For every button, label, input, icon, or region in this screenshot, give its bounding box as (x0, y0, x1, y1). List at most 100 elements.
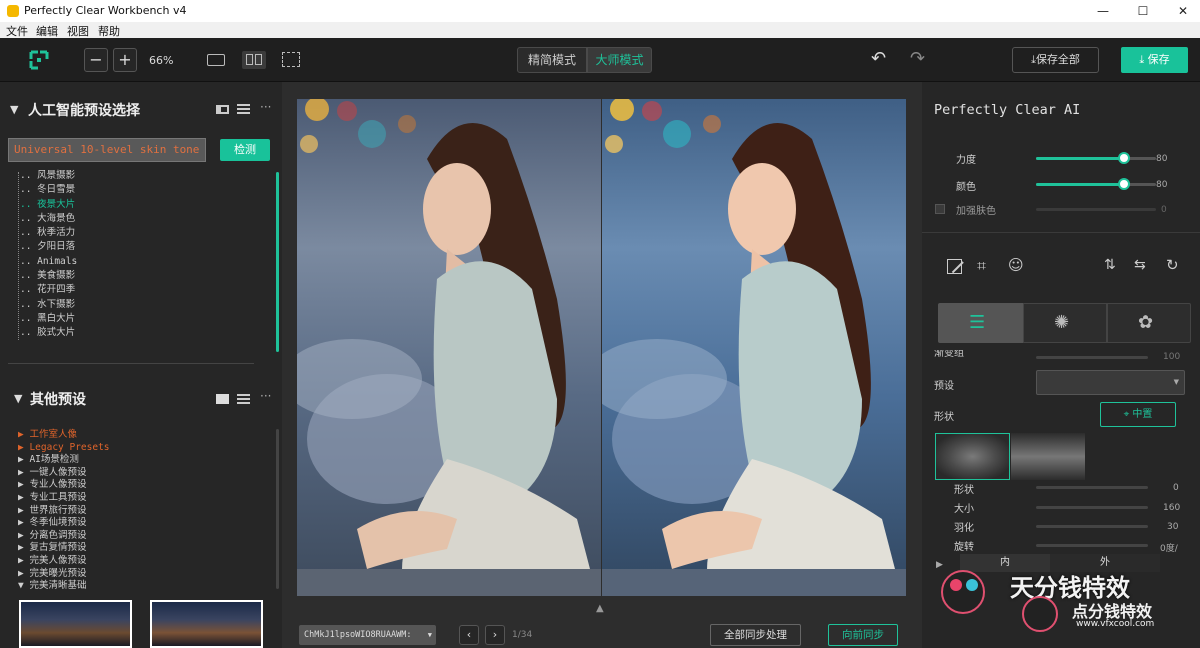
zoom-in-button[interactable]: + (113, 48, 137, 72)
crop-icon[interactable]: ⌗ (977, 256, 986, 276)
shape-radial-option[interactable] (935, 433, 1010, 480)
tab-adjustments[interactable]: ☰ (938, 303, 1023, 343)
flip-horizontal-icon[interactable]: ⇆ (1134, 257, 1146, 273)
ai-panel-title: Perfectly Clear AI (934, 102, 1081, 118)
preset-folder[interactable]: ▶ 专业人像预设 (18, 479, 110, 492)
color-slider-knob[interactable] (1118, 178, 1130, 190)
shape-section-label: 形状 (934, 412, 954, 423)
auto-adjust-icon[interactable] (947, 259, 964, 274)
partial-row-label: 渐变组 (934, 350, 964, 359)
save-button[interactable]: ⤓ 保存 (1121, 47, 1188, 73)
menu-view[interactable]: 视图 (67, 23, 89, 39)
filename-select[interactable]: ChMkJ1lpsoWIO8RUAAWM: ▼ (299, 625, 436, 645)
tab-effects[interactable]: ✺ (1023, 303, 1107, 343)
scrollbar[interactable] (276, 429, 279, 589)
shape-linear-option[interactable] (1011, 433, 1085, 480)
expand-up-icon[interactable]: ▲ (596, 603, 604, 614)
shape-label: 形状 (954, 485, 974, 496)
tab-retouch[interactable]: ✿ (1107, 303, 1191, 343)
split-view-icon[interactable] (242, 51, 266, 69)
preset-select[interactable]: ▼ (1036, 370, 1185, 395)
preset-folder[interactable]: ▶ AI场景检测 (18, 454, 110, 467)
preset-item[interactable]: .. Animals (20, 255, 77, 269)
size-slider[interactable] (1036, 506, 1148, 509)
feather-slider[interactable] (1036, 525, 1148, 528)
window-title: Perfectly Clear Workbench v4 (24, 4, 187, 17)
ai-presets-header: 人工智能预设选择 (28, 103, 140, 119)
shape-slider[interactable] (1036, 486, 1148, 489)
preset-item[interactable]: .. 胶式大片 (20, 326, 77, 340)
preset-folder[interactable]: ▶ Legacy Presets (18, 442, 110, 455)
app-logo-icon (29, 50, 49, 70)
next-image-button[interactable]: › (485, 625, 505, 645)
grid-view-icon[interactable] (216, 394, 229, 404)
preset-folder[interactable]: ▼ 完美清晰基础 (18, 580, 110, 593)
list-view-icon[interactable] (237, 394, 250, 404)
preset-item[interactable]: .. 冬日雪景 (20, 183, 77, 197)
rotate-slider[interactable] (1036, 544, 1148, 547)
face-icon[interactable]: ☺ (1008, 256, 1024, 274)
save-all-button[interactable]: ⤓保存全部 (1012, 47, 1099, 73)
center-button[interactable]: ⌖ 中置 (1100, 402, 1176, 427)
skin-value: 0 (1161, 205, 1167, 215)
zoom-out-button[interactable]: − (84, 48, 108, 72)
menu-file[interactable]: 文件 (6, 23, 28, 39)
collapse-arrow-icon[interactable]: ▼ (14, 392, 22, 405)
detect-button[interactable]: 检测 (220, 139, 270, 161)
mode-simple-button[interactable]: 精简模式 (517, 47, 587, 73)
preset-folder[interactable]: ▶ 完美人像预设 (18, 555, 110, 568)
scrollbar[interactable] (276, 172, 279, 352)
strength-slider-knob[interactable] (1118, 152, 1130, 164)
sync-all-button[interactable]: 全部同步处理 (710, 624, 801, 646)
rotate-icon[interactable]: ↻ (1166, 256, 1179, 274)
partial-row-slider[interactable] (1036, 356, 1148, 359)
menu-help[interactable]: 帮助 (98, 23, 120, 39)
maximize-button[interactable]: ☐ (1128, 2, 1158, 20)
more-icon[interactable]: ··· (260, 389, 271, 403)
compare-view-icon[interactable] (282, 52, 300, 67)
preset-folder[interactable]: ▶ 世界旅行预设 (18, 505, 110, 518)
chevron-down-icon: ▼ (1173, 378, 1179, 386)
corrected-photo[interactable] (602, 99, 906, 596)
save-all-label: 保存全部 (1035, 53, 1080, 66)
preset-folder[interactable]: ▶ 一键人像预设 (18, 467, 110, 480)
preset-folder[interactable]: ▶ 分离色调预设 (18, 530, 110, 543)
preset-folder[interactable]: ▶ 工作室人像 (18, 429, 110, 442)
undo-icon[interactable]: ↶ (871, 48, 886, 69)
redo-icon[interactable]: ↷ (910, 48, 925, 69)
preset-item[interactable]: .. 风景摄影 (20, 169, 77, 183)
skin-checkbox[interactable] (935, 204, 945, 214)
mode-master-button[interactable]: 大师模式 (587, 47, 652, 73)
preset-item[interactable]: .. 水下摄影 (20, 298, 77, 312)
preset-folder[interactable]: ▶ 完美曝光预设 (18, 568, 110, 581)
grid-view-icon[interactable] (216, 105, 229, 114)
preset-item[interactable]: .. 大海景色 (20, 212, 77, 226)
preset-thumbnail[interactable] (19, 600, 132, 648)
preset-item[interactable]: .. 夕阳日落 (20, 240, 77, 254)
preset-item[interactable]: .. 秋季活力 (20, 226, 77, 240)
collapse-arrow-icon[interactable]: ▼ (10, 103, 18, 116)
close-button[interactable]: ✕ (1168, 2, 1198, 20)
list-view-icon[interactable] (237, 104, 250, 114)
center-button-label: 中置 (1132, 409, 1153, 420)
menu-edit[interactable]: 编辑 (36, 23, 58, 39)
original-photo[interactable] (297, 99, 601, 596)
size-value: 160 (1163, 503, 1181, 513)
preset-thumbnail[interactable] (150, 600, 263, 648)
preset-item[interactable]: .. 夜景大片 (20, 198, 77, 212)
prev-image-button[interactable]: ‹ (459, 625, 479, 645)
more-icon[interactable]: ··· (260, 100, 271, 114)
preset-item[interactable]: .. 美食摄影 (20, 269, 77, 283)
flip-vertical-icon[interactable]: ⇅ (1104, 257, 1116, 273)
preset-folder[interactable]: ▶ 冬季仙境预设 (18, 517, 110, 530)
preset-item[interactable]: .. 黑白大片 (20, 312, 77, 326)
minimize-button[interactable]: — (1088, 2, 1118, 20)
skin-slider[interactable] (1036, 208, 1156, 211)
sync-forward-button[interactable]: 向前同步 (828, 624, 898, 646)
other-preset-list: ▶ 工作室人像 ▶ Legacy Presets ▶ AI场景检测 ▶ 一键人像预设 ▶… (18, 429, 110, 593)
preset-item[interactable]: .. 花开四季 (20, 283, 77, 297)
preset-folder[interactable]: ▶ 专业工具预设 (18, 492, 110, 505)
single-view-icon[interactable] (207, 54, 225, 66)
preset-search-input[interactable]: Universal 10-level skin tone (8, 138, 206, 162)
preset-folder[interactable]: ▶ 复古复情预设 (18, 542, 110, 555)
